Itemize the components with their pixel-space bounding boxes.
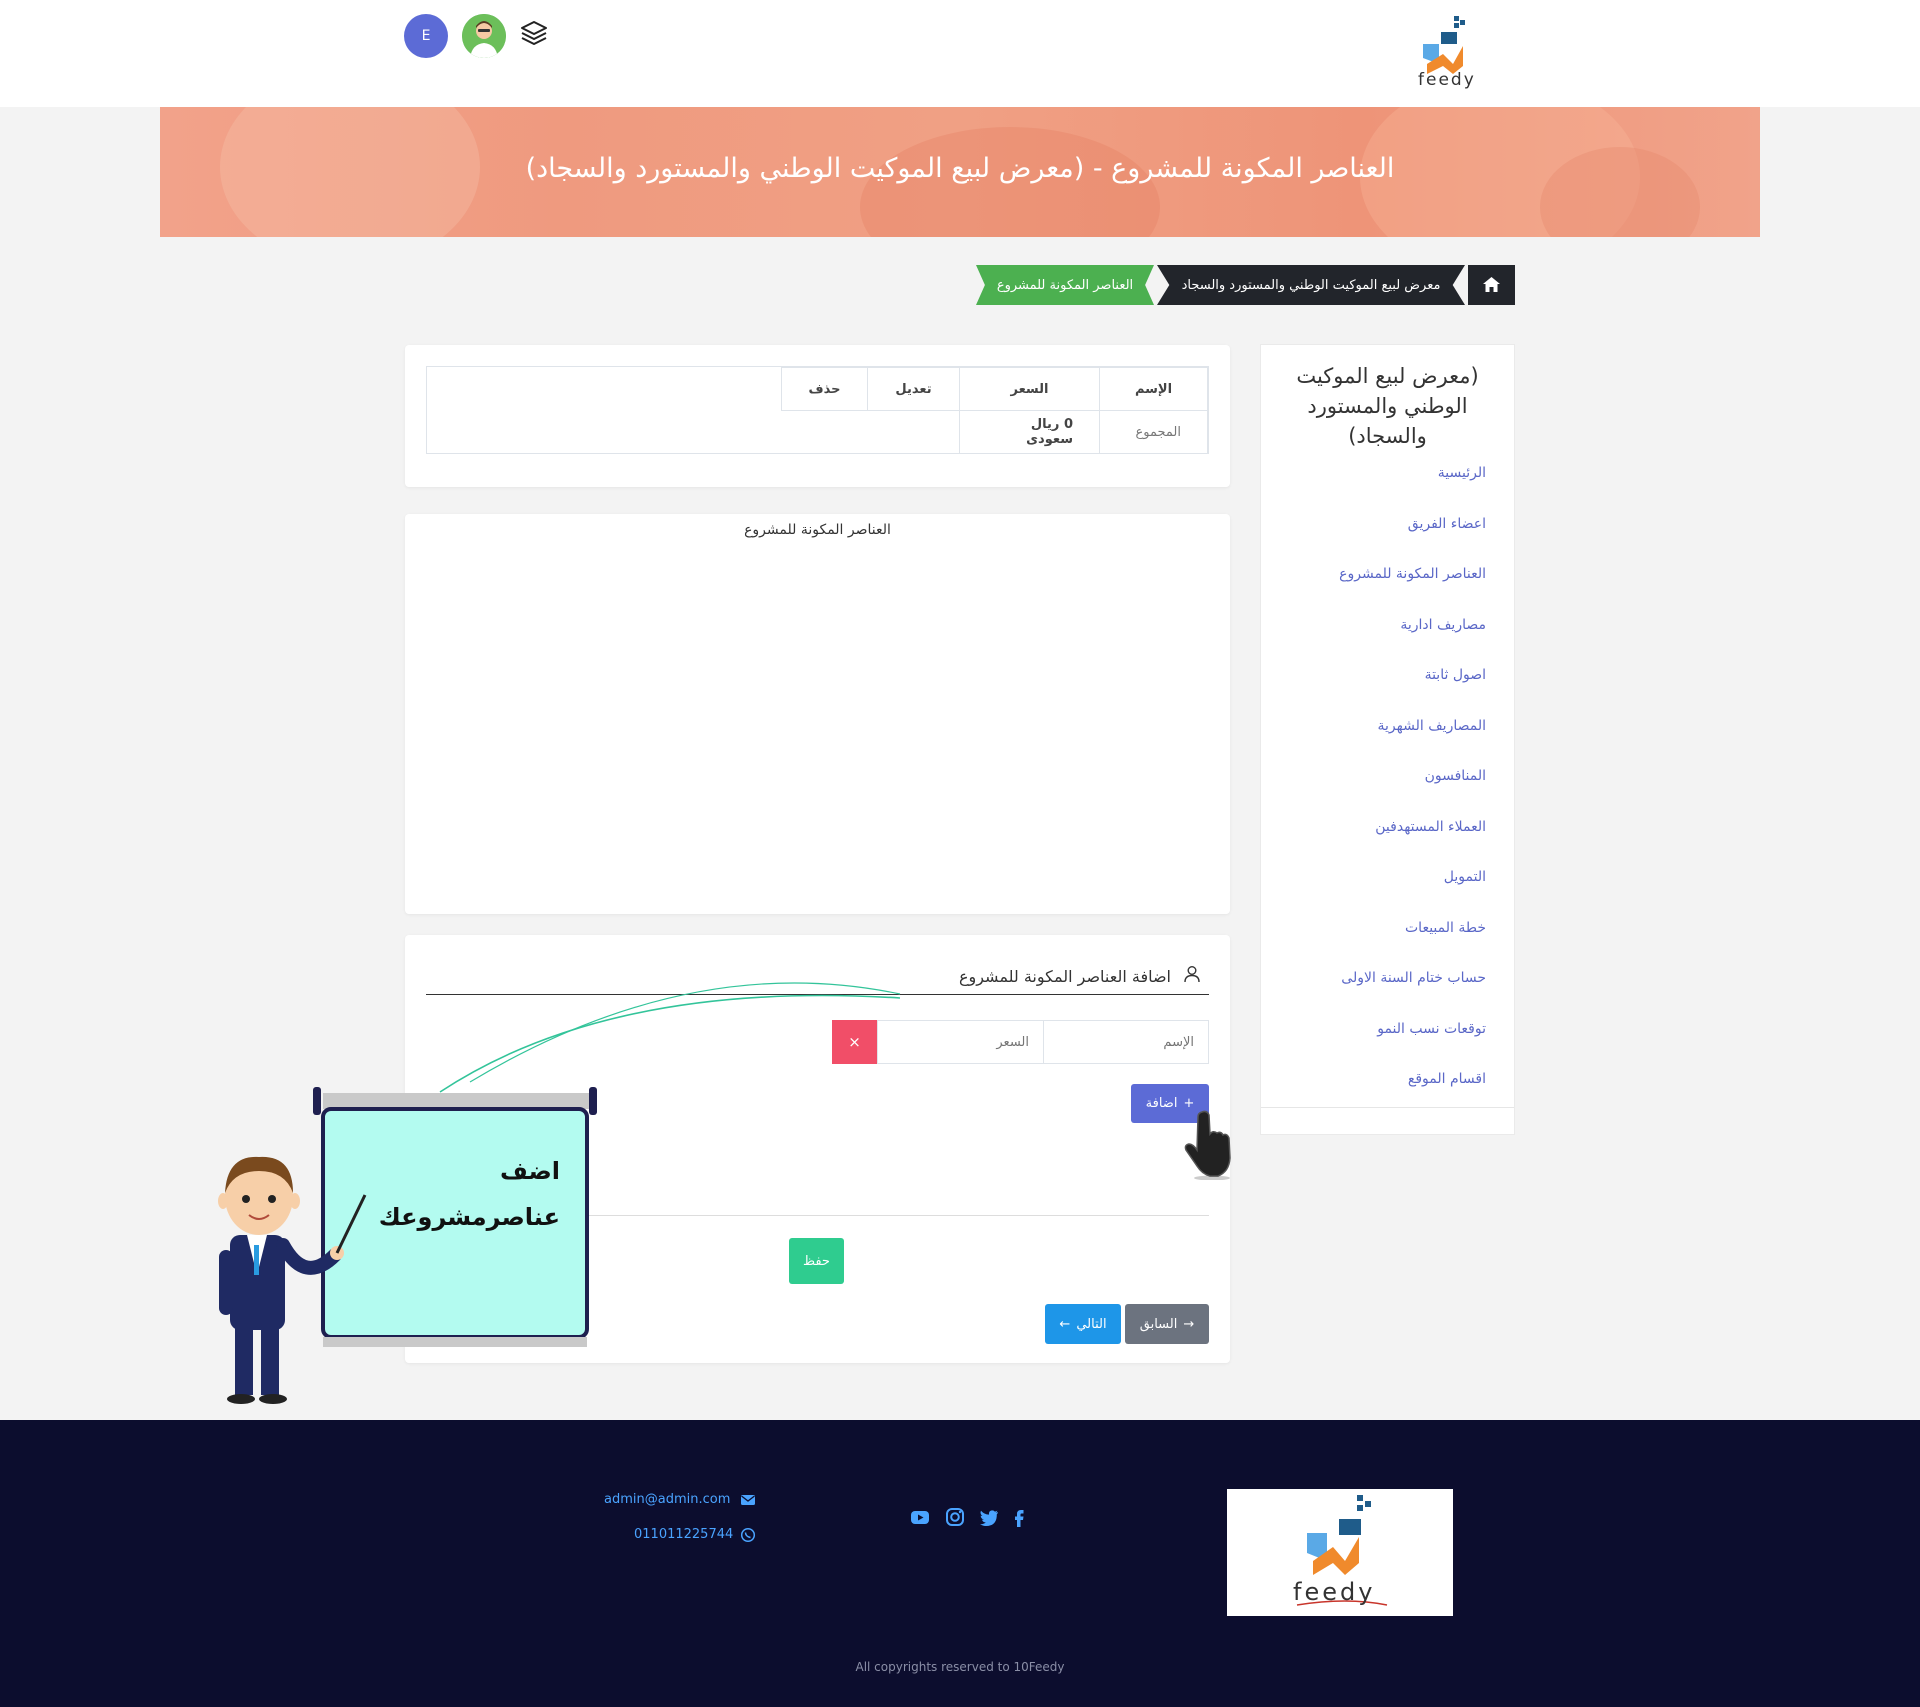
item-name-input[interactable]	[1043, 1020, 1209, 1064]
youtube-icon[interactable]	[909, 1506, 931, 1528]
items-table-card: الإسم السعر تعديل حذف المجموع 0 ريال سعو…	[405, 345, 1230, 487]
sidebar-item-monthly-expenses[interactable]: المصاريف الشهرية	[1261, 718, 1486, 769]
footer-logo-text: feedy	[1293, 1578, 1376, 1606]
sidebar-item-target-customers[interactable]: العملاء المستهدفين	[1261, 819, 1486, 870]
twitter-icon[interactable]	[978, 1506, 1000, 1528]
tutorial-board-text: اضف عناصرمشروعك	[330, 1148, 560, 1240]
layers-icon[interactable]	[518, 16, 550, 48]
top-navbar: feedy E	[0, 0, 1920, 107]
header-delete: حذف	[781, 367, 868, 411]
tutorial-arrow-curve	[439, 982, 901, 1093]
footer-email[interactable]: admin@admin.com	[604, 1492, 730, 1507]
footer-phone[interactable]: 011011225744	[634, 1527, 733, 1542]
table-total-row: المجموع 0 ريال سعودى	[782, 410, 1208, 454]
header-edit: تعديل	[867, 367, 960, 411]
total-value: 0 ريال سعودى	[959, 410, 1100, 454]
tutorial-line-2: عناصرمشروعك	[378, 1203, 560, 1231]
header-price: السعر	[959, 367, 1100, 411]
breadcrumb-project[interactable]: معرض لبيع الموكيت الوطني والمستورد والسج…	[1157, 265, 1465, 305]
chart-title: العناصر المكونة للمشروع	[744, 522, 891, 538]
instagram-icon[interactable]	[944, 1506, 966, 1528]
project-sidebar: (معرض لبيع الموكيت الوطني والمستورد والس…	[1260, 344, 1515, 1135]
page-hero-banner: العناصر المكونة للمشروع - (معرض لبيع الم…	[160, 107, 1760, 237]
tutorial-line-1: اضف	[500, 1157, 560, 1185]
form-title: اضافة العناصر المكونة للمشروع	[958, 967, 1171, 986]
sidebar-item-team[interactable]: اعضاء الفريق	[1261, 516, 1486, 567]
next-button[interactable]: التالي ←	[1045, 1304, 1121, 1344]
previous-label: السابق	[1139, 1316, 1178, 1332]
user-icon	[1184, 966, 1200, 983]
save-button[interactable]: حفظ	[789, 1238, 844, 1284]
sidebar-item-funding[interactable]: التمويل	[1261, 869, 1486, 920]
breadcrumb-current: العناصر المكونة للمشروع	[976, 265, 1154, 305]
items-table-wrapper: الإسم السعر تعديل حذف المجموع 0 ريال سعو…	[426, 366, 1209, 454]
sidebar-item-growth[interactable]: توقعات نسب النمو	[1261, 1021, 1486, 1072]
facebook-icon[interactable]	[1008, 1506, 1030, 1528]
site-footer: feedy admin@admin.com 011011225744 All c…	[0, 1420, 1920, 1707]
next-label: التالي	[1076, 1316, 1107, 1332]
breadcrumb-home[interactable]	[1468, 265, 1515, 305]
sidebar-item-site-sections[interactable]: اقسام الموقع	[1261, 1071, 1486, 1122]
items-table: الإسم السعر تعديل حذف المجموع 0 ريال سعو…	[781, 367, 1208, 454]
sidebar-item-year-end[interactable]: حساب ختام السنة الاولى	[1261, 970, 1486, 1021]
logo-text: feedy	[1418, 70, 1476, 90]
person-avatar-icon	[462, 14, 506, 58]
page-title: العناصر المكونة للمشروع - (معرض لبيع الم…	[525, 153, 1395, 184]
sidebar-item-fixed-assets[interactable]: اصول ثابتة	[1261, 667, 1486, 718]
header-name: الإسم	[1099, 367, 1208, 411]
envelope-icon	[741, 1495, 755, 1505]
sidebar-item-home[interactable]: الرئيسية	[1261, 465, 1486, 516]
user-avatar-initial[interactable]: E	[404, 14, 448, 58]
sidebar-item-admin-expenses[interactable]: مصاريف ادارية	[1261, 617, 1486, 668]
copyright-text: All copyrights reserved to 10Feedy	[855, 1660, 1065, 1674]
previous-button[interactable]: → السابق	[1125, 1304, 1209, 1344]
sidebar-title: (معرض لبيع الموكيت الوطني والمستورد والس…	[1296, 364, 1479, 448]
sidebar-divider	[1261, 1107, 1514, 1108]
add-item-label: اضافة	[1145, 1096, 1178, 1111]
arrow-right-icon: →	[1183, 1316, 1195, 1332]
table-header-row: الإسم السعر تعديل حذف	[781, 367, 1208, 411]
total-label: المجموع	[1099, 410, 1208, 454]
sidebar-menu: الرئيسية اعضاء الفريق العناصر المكونة لل…	[1261, 465, 1514, 1122]
sidebar-item-project-items[interactable]: العناصر المكونة للمشروع	[1261, 566, 1486, 617]
home-icon	[1483, 277, 1500, 292]
arrow-left-icon: ←	[1059, 1316, 1071, 1332]
empty-cell	[782, 411, 868, 454]
user-avatar-photo[interactable]	[462, 14, 506, 58]
empty-cell	[868, 411, 960, 454]
pointer-hand-icon	[1184, 1110, 1231, 1180]
items-chart-card: العناصر المكونة للمشروع	[405, 514, 1230, 914]
whatsapp-icon	[740, 1527, 756, 1543]
sidebar-item-sales-plan[interactable]: خطة المبيعات	[1261, 920, 1486, 971]
teacher-illustration	[218, 1087, 597, 1404]
sidebar-item-competitors[interactable]: المنافسون	[1261, 768, 1486, 819]
